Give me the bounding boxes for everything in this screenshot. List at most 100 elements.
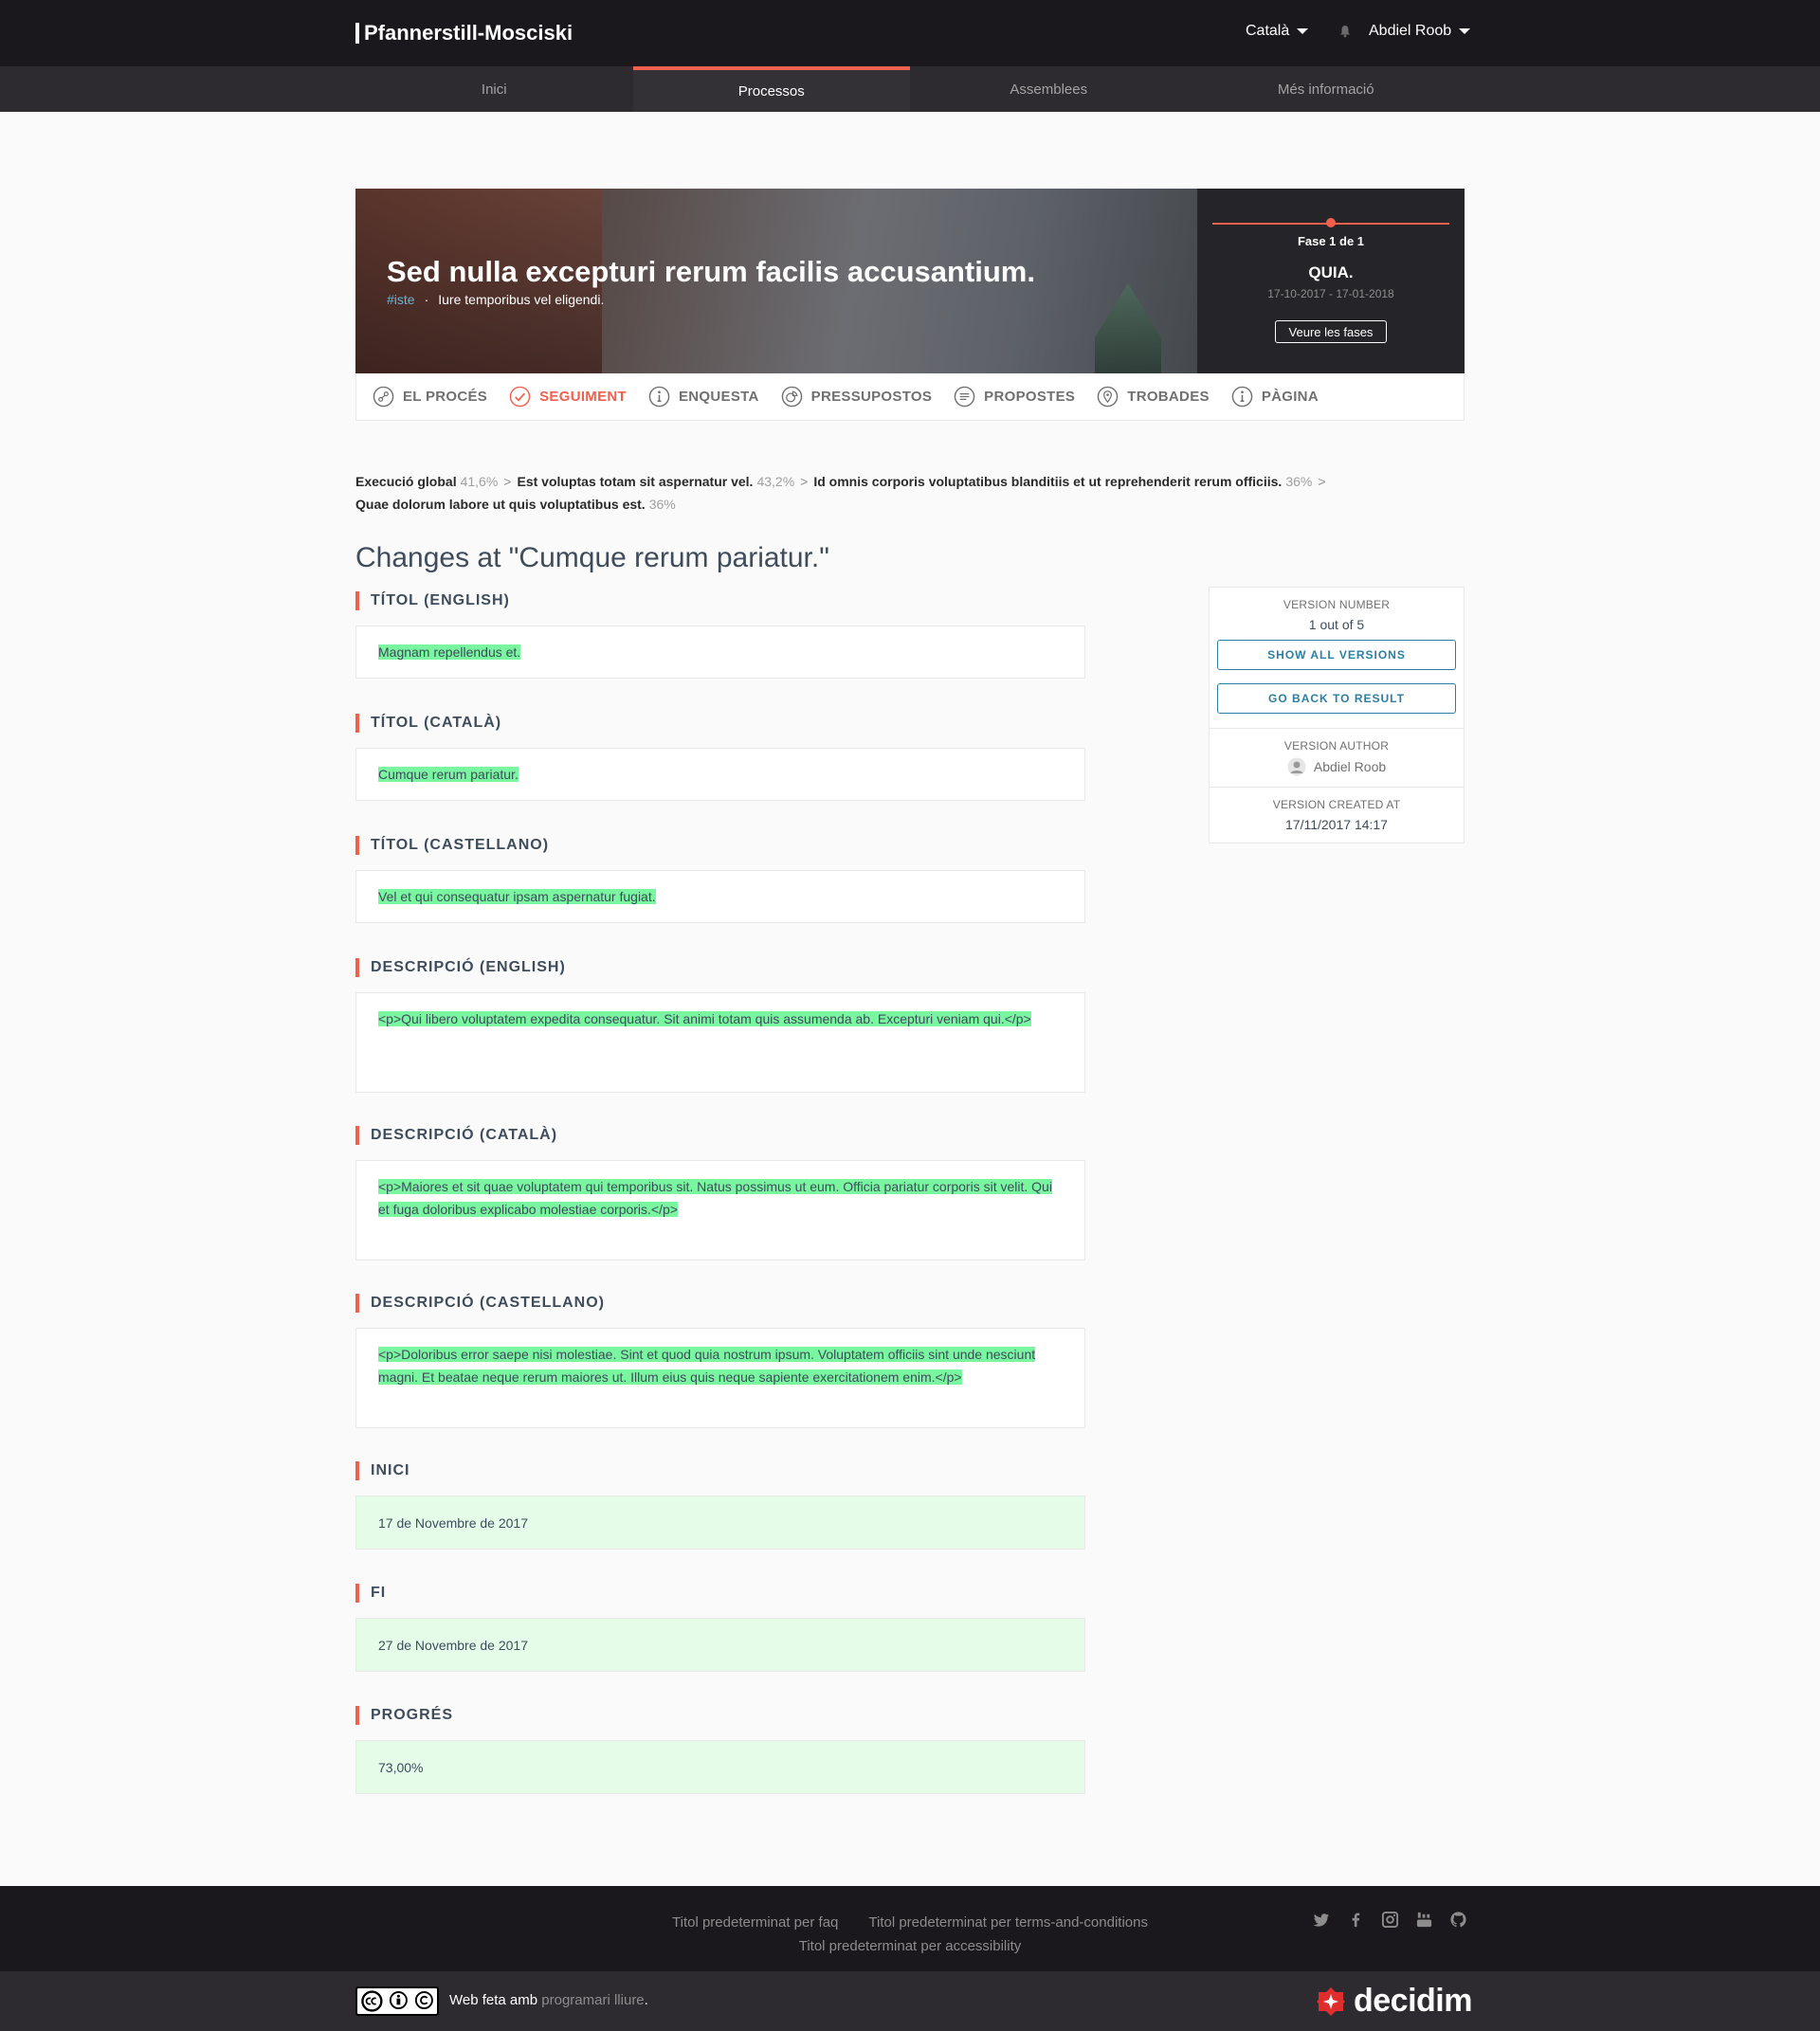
breadcrumb-item-pct: 36% bbox=[1285, 474, 1313, 489]
version-author[interactable]: Abdiel Roob bbox=[1217, 757, 1456, 776]
avatar-icon bbox=[1287, 757, 1306, 776]
diff-insertion: <p>Maiores et sit quae voluptatem qui te… bbox=[378, 1179, 1052, 1217]
breadcrumb-item-name[interactable]: Execució global bbox=[355, 474, 457, 489]
page-title: Changes at "Cumque rerum pariatur." bbox=[355, 542, 829, 573]
footer-links: Titol predeterminat per faq Titol predete… bbox=[569, 1911, 1251, 1958]
breadcrumb-item-pct: 36% bbox=[648, 497, 676, 512]
bell-icon[interactable] bbox=[1338, 25, 1352, 38]
process-tab-pagina[interactable]: PÀGINA bbox=[1231, 386, 1319, 408]
info-icon bbox=[648, 386, 670, 408]
diff-label: FI bbox=[355, 1584, 386, 1603]
process-icon bbox=[373, 386, 394, 408]
cc-sa-icon bbox=[415, 1991, 434, 2010]
nav-item-inici[interactable]: Inici bbox=[355, 66, 633, 112]
creative-commons-license-icon[interactable] bbox=[355, 1986, 439, 2016]
check-icon bbox=[509, 386, 531, 408]
process-tab-enquesta[interactable]: ENQUESTA bbox=[648, 386, 759, 408]
free-software-link[interactable]: programari lliure bbox=[541, 1992, 644, 2008]
cc-by-icon bbox=[389, 1991, 408, 2010]
hero-image-tower bbox=[1095, 283, 1161, 373]
version-created-caption: VERSION CREATED AT bbox=[1272, 798, 1401, 811]
diff-value-box: 73,00% bbox=[355, 1740, 1085, 1794]
breadcrumb-item-name[interactable]: Est voluptas totam sit aspernatur vel. bbox=[517, 474, 753, 489]
org-logo[interactable]: Pfannerstill-Mosciski bbox=[355, 21, 573, 45]
language-selector[interactable]: Català bbox=[1246, 23, 1309, 40]
org-name: Pfannerstill-Mosciski bbox=[364, 21, 573, 45]
location-pin-icon bbox=[1097, 386, 1119, 408]
process-tab-pressupostos[interactable]: PRESSUPOSTOS bbox=[781, 386, 933, 408]
version-number-section: VERSION NUMBER 1 out of 5 SHOW ALL VERSI… bbox=[1210, 588, 1464, 729]
diff-value-box: <p>Qui libero voluptatem expedita conseq… bbox=[355, 992, 1085, 1093]
decidim-logo-icon bbox=[1317, 1986, 1345, 2016]
process-tab-el-proces[interactable]: EL PROCÉS bbox=[373, 386, 487, 408]
nav-item-mes-informacio[interactable]: Més informació bbox=[1188, 66, 1465, 112]
sub-footer: Web feta amb programari lliure. decidim bbox=[0, 1971, 1820, 2031]
nav-item-assemblees[interactable]: Assemblees bbox=[910, 66, 1188, 112]
process-tab-label: EL PROCÉS bbox=[403, 389, 488, 405]
made-with-text: Web feta amb programari lliure. bbox=[449, 1992, 648, 2008]
diff-value-box: 27 de Novembre de 2017 bbox=[355, 1618, 1085, 1672]
breadcrumb-separator: > bbox=[1318, 474, 1326, 489]
footer-link-accessibility[interactable]: Titol predeterminat per accessibility bbox=[799, 1938, 1022, 1954]
phase-dates: 17-10-2017 - 17-01-2018 bbox=[1267, 287, 1394, 300]
language-label: Català bbox=[1246, 23, 1290, 39]
info-icon bbox=[1231, 386, 1253, 408]
version-number-value: 1 out of 5 bbox=[1308, 617, 1365, 632]
process-hashtag[interactable]: #iste bbox=[387, 292, 415, 307]
breadcrumb-item-pct: 43,2% bbox=[756, 474, 795, 489]
show-all-versions-button[interactable]: SHOW ALL VERSIONS bbox=[1217, 640, 1456, 670]
process-nav: EL PROCÉS SEGUIMENT ENQUESTA PRESSUPOSTO… bbox=[355, 373, 1465, 421]
twitter-icon[interactable] bbox=[1313, 1911, 1331, 1929]
footer-link-faq[interactable]: Titol predeterminat per faq bbox=[672, 1914, 838, 1931]
phase-progress-dot bbox=[1326, 218, 1336, 227]
version-created-section: VERSION CREATED AT 17/11/2017 14:17 bbox=[1210, 788, 1464, 843]
diff-value-box: Cumque rerum pariatur. bbox=[355, 748, 1085, 801]
diff-insertion: Magnam repellendus et. bbox=[378, 644, 521, 660]
budget-icon bbox=[781, 386, 802, 408]
version-author-section: VERSION AUTHOR Abdiel Roob bbox=[1210, 729, 1464, 788]
decidim-wordmark: decidim bbox=[1354, 1983, 1472, 2019]
youtube-icon[interactable] bbox=[1415, 1911, 1433, 1929]
view-phases-button[interactable]: Veure les fases bbox=[1275, 320, 1387, 343]
main-nav: Inici Processos Assemblees Més informaci… bbox=[0, 66, 1820, 112]
diff-insertion: Cumque rerum pariatur. bbox=[378, 767, 519, 782]
made-with-suffix: . bbox=[644, 1992, 648, 2008]
user-menu[interactable]: Abdiel Roob bbox=[1338, 23, 1471, 40]
footer-link-terms[interactable]: Titol predeterminat per terms-and-condit… bbox=[868, 1914, 1148, 1931]
breadcrumb-item-name[interactable]: Quae dolorum labore ut quis voluptatibus… bbox=[355, 497, 646, 512]
breadcrumb-item-name[interactable]: Id omnis corporis voluptatibus blanditii… bbox=[813, 474, 1282, 489]
result-breadcrumb: Execució global 41,6% > Est voluptas totam … bbox=[355, 470, 1465, 516]
process-subtitle-row: #iste · Iure temporibus vel eligendi. bbox=[387, 292, 604, 307]
dot-separator: · bbox=[424, 292, 429, 307]
diff-label: DESCRIPCIÓ (CATALÀ) bbox=[355, 1126, 557, 1145]
github-icon[interactable] bbox=[1449, 1911, 1467, 1929]
version-created-value: 17/11/2017 14:17 bbox=[1285, 817, 1388, 832]
diff-label: DESCRIPCIÓ (CASTELLANO) bbox=[355, 1294, 605, 1313]
process-title: Sed nulla excepturi rerum facilis accusa… bbox=[387, 255, 1035, 288]
process-tab-label: PRESSUPOSTOS bbox=[810, 389, 933, 405]
process-tab-label: PROPOSTES bbox=[984, 389, 1076, 405]
social-links bbox=[1313, 1911, 1467, 1929]
diff-label: TÍTOL (CATALÀ) bbox=[355, 714, 501, 733]
decidim-logo[interactable]: decidim bbox=[1316, 1983, 1472, 2020]
user-name: Abdiel Roob bbox=[1369, 23, 1452, 39]
process-tab-seguiment[interactable]: SEGUIMENT bbox=[509, 386, 627, 408]
process-hero: Sed nulla excepturi rerum facilis accusa… bbox=[355, 189, 1465, 373]
proposals-icon bbox=[954, 386, 975, 408]
version-author-name: Abdiel Roob bbox=[1313, 759, 1387, 774]
diff-label: INICI bbox=[355, 1461, 410, 1480]
version-card: VERSION NUMBER 1 out of 5 SHOW ALL VERSI… bbox=[1209, 587, 1465, 843]
breadcrumb-separator: > bbox=[800, 474, 809, 489]
cc-icon bbox=[361, 1990, 383, 2012]
go-back-to-result-button[interactable]: GO BACK TO RESULT bbox=[1217, 683, 1456, 714]
process-tab-trobades[interactable]: TROBADES bbox=[1097, 386, 1210, 408]
phase-panel: Fase 1 de 1 QUIA. 17-10-2017 - 17-01-201… bbox=[1197, 189, 1465, 373]
instagram-icon[interactable] bbox=[1381, 1911, 1399, 1929]
breadcrumb-item-pct: 41,6% bbox=[460, 474, 499, 489]
nav-item-processos[interactable]: Processos bbox=[632, 66, 910, 112]
diff-value-box: 17 de Novembre de 2017 bbox=[355, 1496, 1085, 1550]
phase-name: QUIA. bbox=[1308, 263, 1354, 281]
process-tab-propostes[interactable]: PROPOSTES bbox=[954, 386, 1075, 408]
facebook-icon[interactable] bbox=[1347, 1911, 1365, 1929]
diff-insertion: Vel et qui consequatur ipsam aspernatur … bbox=[378, 889, 656, 904]
